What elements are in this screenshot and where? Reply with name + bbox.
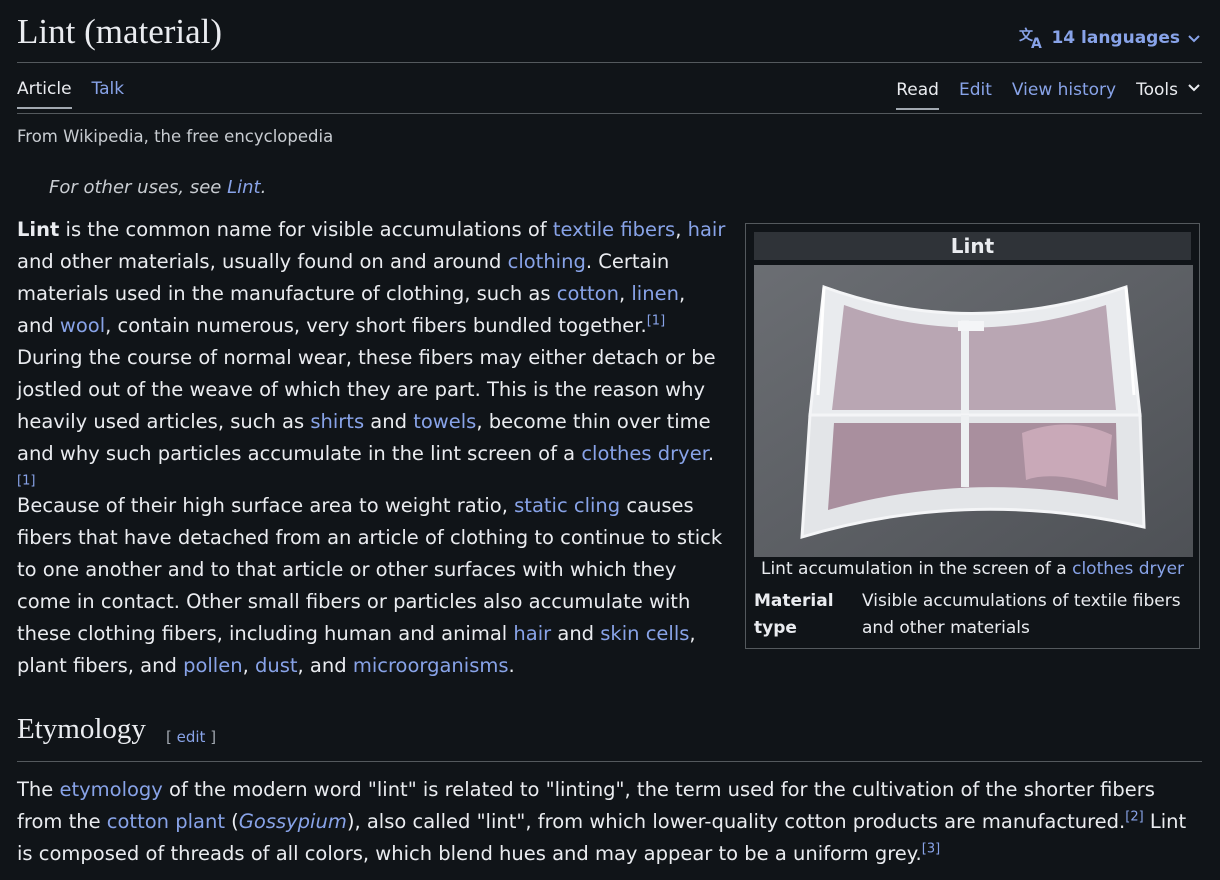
- wiki-link[interactable]: clothing: [508, 250, 586, 273]
- wiki-link-italic[interactable]: Gossypium: [239, 810, 347, 833]
- wiki-link[interactable]: cotton: [557, 282, 619, 305]
- infobox-label: Material type: [754, 591, 834, 638]
- wiki-link[interactable]: linen: [631, 282, 679, 305]
- text-run: and other materials, usually found on an…: [17, 250, 508, 273]
- wiki-link[interactable]: skin cells: [600, 622, 689, 645]
- page-title: Lint (material): [17, 12, 223, 51]
- text-run: Because of their high surface area to we…: [17, 494, 515, 517]
- chevron-down-icon: [1186, 30, 1202, 46]
- text-run: and: [364, 410, 414, 433]
- etymology-paragraph: The etymology of the modern word "lint" …: [17, 774, 1202, 870]
- tools-label: Tools: [1136, 79, 1178, 100]
- citation-link[interactable]: [2]: [1125, 810, 1143, 825]
- wiki-link[interactable]: towels: [413, 410, 476, 433]
- tab-read[interactable]: Read: [896, 80, 939, 110]
- wiki-link[interactable]: etymology: [59, 778, 162, 801]
- svg-text:A: A: [1031, 36, 1042, 50]
- wiki-link[interactable]: microorganisms: [353, 654, 509, 677]
- tabs-divider: [17, 113, 1202, 114]
- wiki-link[interactable]: shirts: [310, 410, 364, 433]
- infobox-caption: Lint accumulation in the screen of a clo…: [746, 559, 1199, 579]
- edit-section-link[interactable]: edit: [177, 728, 206, 746]
- hatnote-link[interactable]: Lint: [227, 177, 261, 198]
- section-divider: [17, 761, 1202, 762]
- namespace-tabs: Article Talk: [17, 79, 124, 109]
- lint-filter-image[interactable]: [754, 265, 1193, 557]
- tab-edit[interactable]: Edit: [959, 80, 992, 110]
- hatnote-suffix: .: [260, 177, 267, 198]
- text-run: (: [224, 810, 239, 833]
- caption-link-clothes-dryer[interactable]: clothes dryer: [1072, 559, 1184, 579]
- wiki-link[interactable]: pollen: [183, 654, 243, 677]
- infobox-title: Lint: [754, 232, 1191, 260]
- citation-link[interactable]: [1]: [647, 314, 665, 329]
- hatnote: For other uses, see Lint.: [49, 177, 266, 198]
- edit-bracket-open: [: [166, 728, 177, 746]
- text-run: .: [508, 654, 515, 677]
- text-run: , and: [297, 654, 353, 677]
- tab-talk[interactable]: Talk: [92, 79, 125, 109]
- hatnote-text: For other uses, see: [49, 177, 228, 198]
- citation-link[interactable]: [3]: [922, 842, 940, 857]
- wiki-link[interactable]: textile fibers: [553, 218, 675, 241]
- language-button[interactable]: 文 A 14 languages: [1019, 26, 1202, 50]
- text-run: , contain numerous, very short fibers bu…: [105, 314, 647, 337]
- text-run: ,: [242, 654, 255, 677]
- text-run: ), also called "lint", from which lower-…: [346, 810, 1126, 833]
- intro-paragraph-2: Because of their high surface area to we…: [17, 490, 727, 682]
- caption-text: Lint accumulation in the screen of a: [760, 559, 1073, 579]
- tagline: From Wikipedia, the free encyclopedia: [17, 127, 334, 146]
- bold-term: Lint: [17, 218, 60, 241]
- title-divider: [17, 62, 1202, 63]
- wiki-link[interactable]: cotton plant: [107, 810, 225, 833]
- translate-icon: 文 A: [1019, 26, 1045, 50]
- wiki-link[interactable]: hair: [688, 218, 726, 241]
- text-run: is the common name for visible accumulat…: [59, 218, 553, 241]
- wiki-link[interactable]: clothes dryer: [581, 442, 708, 465]
- wiki-link[interactable]: static cling: [514, 494, 620, 517]
- tab-article[interactable]: Article: [17, 79, 72, 109]
- text-run: ,: [675, 218, 688, 241]
- wiki-link[interactable]: hair: [513, 622, 551, 645]
- section-heading-etymology: Etymology: [17, 713, 146, 745]
- tools-menu[interactable]: Tools: [1136, 79, 1202, 110]
- wiki-link[interactable]: dust: [255, 654, 298, 677]
- text-run: and: [551, 622, 601, 645]
- text-run: .: [707, 442, 715, 465]
- wiki-link[interactable]: wool: [60, 314, 105, 337]
- language-count: 14 languages: [1051, 28, 1180, 48]
- citation-link[interactable]: [1]: [17, 474, 35, 489]
- view-tabs: Read Edit View history Tools: [896, 79, 1202, 110]
- infobox-row-material-type: Material type Visible accumulations of t…: [754, 588, 1191, 642]
- text-run: The: [17, 778, 60, 801]
- section-edit: [ edit ]: [166, 728, 216, 746]
- intro-paragraph-1: Lint is the common name for visible accu…: [17, 214, 727, 502]
- edit-bracket-close: ]: [205, 728, 217, 746]
- infobox: Lint Lint accumulation in the screen of …: [745, 223, 1200, 649]
- chevron-down-icon: [1186, 79, 1202, 100]
- tab-view-history[interactable]: View history: [1012, 80, 1116, 110]
- text-run: ,: [618, 282, 632, 305]
- infobox-value: Visible accumulations of textile fibers …: [862, 591, 1181, 638]
